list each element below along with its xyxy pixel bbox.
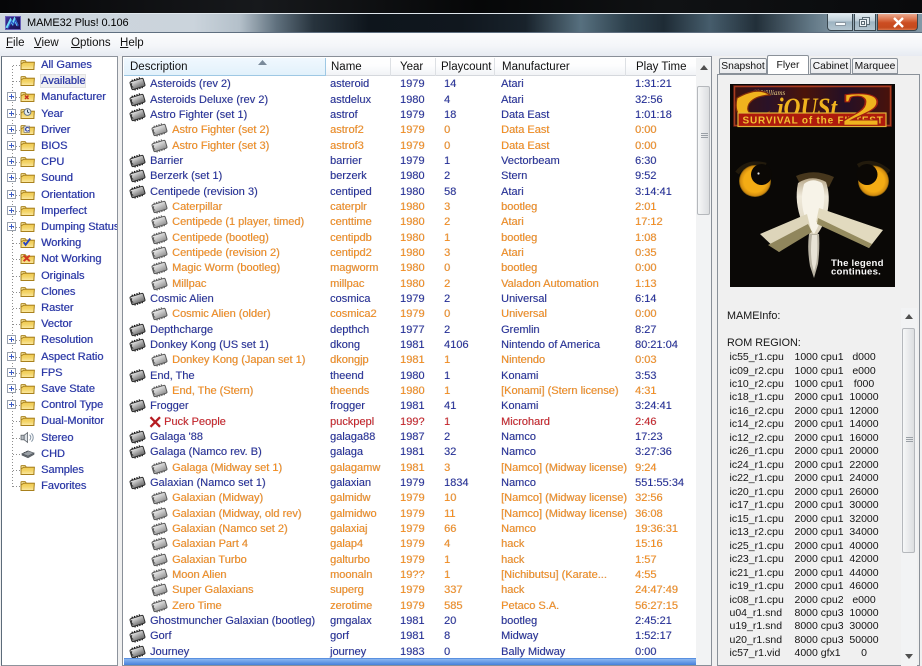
- svg-text:2: 2: [840, 84, 882, 137]
- svg-text:continues.: continues.: [831, 267, 881, 278]
- svg-text:C: C: [25, 126, 30, 133]
